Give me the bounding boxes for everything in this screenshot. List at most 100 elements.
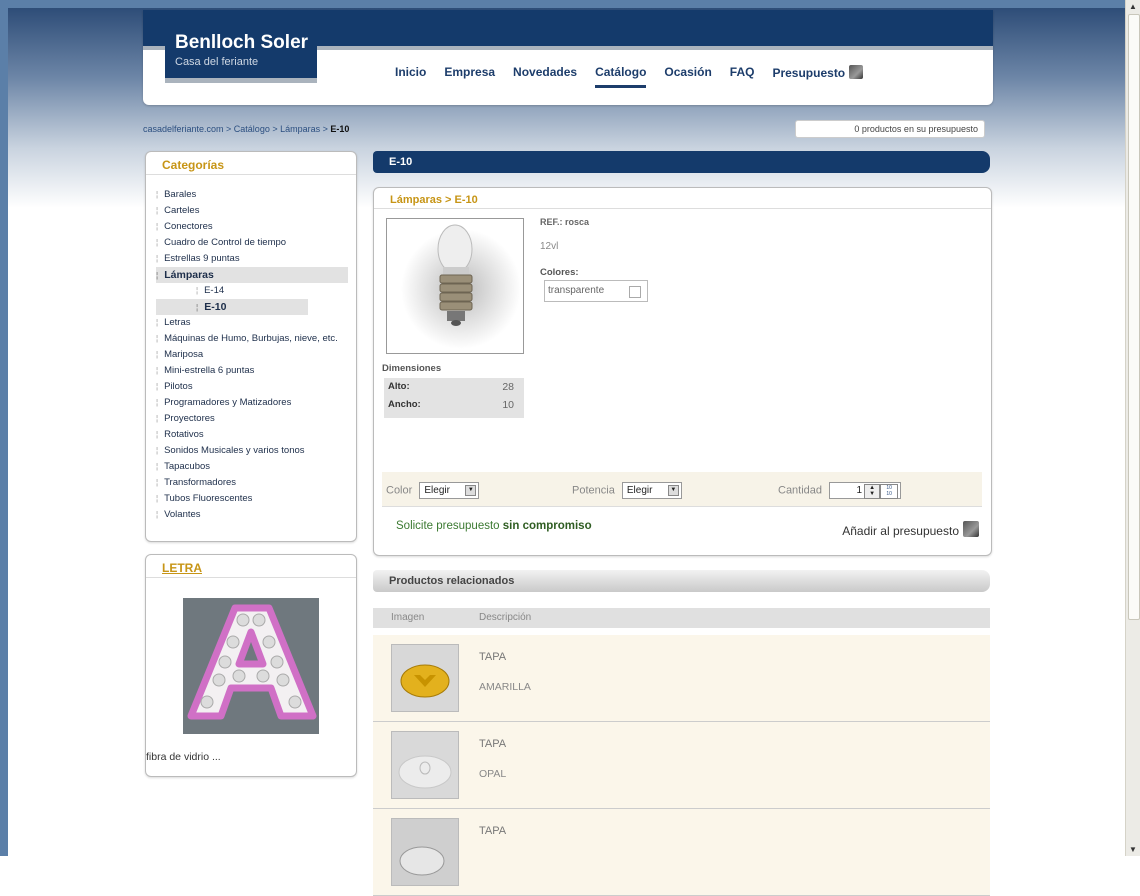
quote-text: Solicite presupuesto sin compromiso: [396, 520, 592, 532]
product-title-bar: E-10: [373, 151, 990, 173]
category-item[interactable]: ¦ Tapacubos: [156, 459, 348, 475]
related-row[interactable]: TAPA AMARILLA: [373, 635, 990, 722]
related-row[interactable]: TAPA OPAL: [373, 722, 990, 809]
quantity-label: Cantidad: [778, 484, 823, 497]
power-label: Potencia: [572, 484, 615, 497]
color-label: Color: [386, 484, 413, 497]
colors-label: Colores:: [540, 267, 579, 278]
color-option-label: transparente: [548, 285, 605, 296]
color-select[interactable]: Elegir ▼: [419, 482, 480, 499]
logo-underline: [165, 78, 317, 83]
related-description: AMARILLA: [479, 681, 531, 693]
category-item[interactable]: ¦ Rotativos: [156, 427, 348, 443]
main-nav: Inicio Empresa Novedades Catálogo Ocasió…: [395, 65, 881, 88]
category-item[interactable]: ¦ Programadores y Matizadores: [156, 395, 348, 411]
budget-count[interactable]: 0 productos en su presupuesto: [795, 120, 985, 138]
quantity-stepper[interactable]: 1 ▲ ▼ 10 10: [829, 482, 902, 499]
nav-inicio[interactable]: Inicio: [395, 65, 426, 80]
related-row[interactable]: TAPA: [373, 809, 990, 896]
category-item[interactable]: ¦ Sonidos Musicales y varios tonos: [156, 443, 348, 459]
feature-panel: LETRA fibra de vidrio ...: [145, 554, 357, 777]
nav-empresa[interactable]: Empresa: [444, 65, 495, 80]
category-list: ¦ Barales ¦ Carteles ¦ Conectores ¦ Cuadro d…: [156, 187, 348, 523]
feature-caption: fibra de vidrio ...: [146, 751, 221, 763]
category-item[interactable]: ¦ Letras: [156, 315, 348, 331]
related-name[interactable]: TAPA: [479, 651, 506, 663]
color-option-group: Color Elegir ▼: [386, 482, 480, 499]
category-item[interactable]: ¦ Máquinas de Humo, Burbujas, nieve, etc.: [156, 331, 348, 347]
breadcrumb-path[interactable]: casadelferiante.com > Catálogo > Lámpara…: [143, 124, 330, 134]
category-item[interactable]: ¦ Barales: [156, 187, 348, 203]
power-select[interactable]: Elegir ▼: [621, 482, 682, 499]
brand-tagline: Casa del feriante: [175, 56, 259, 68]
product-thumbnail[interactable]: [391, 818, 459, 886]
breadcrumb-current: E-10: [330, 124, 350, 134]
category-item[interactable]: ¦ Tubos Fluorescentes: [156, 491, 348, 507]
chevron-down-icon[interactable]: ▼: [667, 485, 679, 496]
related-name[interactable]: TAPA: [479, 825, 506, 837]
panel-divider: [146, 577, 356, 578]
category-item[interactable]: ¦ Mariposa: [156, 347, 348, 363]
dimensions-table: Alto: 28 Ancho: 10: [384, 378, 524, 418]
categories-panel: Categorías ¦ Barales ¦ Carteles ¦ Conectore…: [145, 151, 357, 542]
nav-presupuesto[interactable]: Presupuesto: [772, 65, 864, 80]
chevron-down-icon[interactable]: ▼: [465, 485, 477, 496]
categories-title: Categorías: [162, 158, 225, 172]
cube-icon: [963, 521, 979, 537]
letter-sign-image[interactable]: [183, 598, 319, 734]
category-item[interactable]: ¦ Estrellas 9 puntas: [156, 251, 348, 267]
logo[interactable]: Benlloch Soler Casa del feriante: [165, 28, 317, 82]
add-to-budget-button[interactable]: Añadir al presupuesto: [842, 521, 979, 538]
scrollbar-thumb[interactable]: [1128, 14, 1140, 620]
window-frame-left: [0, 0, 8, 856]
column-header-description: Descripción: [479, 612, 532, 623]
category-item[interactable]: ¦ Conectores: [156, 219, 348, 235]
vertical-scrollbar[interactable]: ▲ ▼: [1125, 0, 1140, 856]
panel-divider: [374, 208, 991, 209]
product-thumbnail[interactable]: [391, 644, 459, 712]
breadcrumb: casadelferiante.com > Catálogo > Lámpara…: [143, 124, 349, 134]
category-item[interactable]: ¦ Proyectores: [156, 411, 348, 427]
product-voltage: 12vl: [540, 241, 559, 252]
product-ref: REF.: rosca: [540, 217, 590, 227]
scroll-up-icon[interactable]: ▲: [1129, 2, 1137, 11]
category-item[interactable]: ¦ Mini-estrella 6 puntas: [156, 363, 348, 379]
nav-presupuesto-label: Presupuesto: [772, 66, 846, 80]
category-item[interactable]: ¦ Pilotos: [156, 379, 348, 395]
related-products-bar: Productos relacionados: [373, 570, 990, 592]
nav-ocasion[interactable]: Ocasión: [664, 65, 711, 80]
options-bar: Color Elegir ▼ Potencia Elegir ▼ Cantidad …: [382, 472, 982, 507]
nav-catalogo[interactable]: Catálogo: [595, 65, 647, 88]
power-option-group: Potencia Elegir ▼: [572, 482, 682, 499]
checkbox-icon[interactable]: [629, 286, 641, 298]
product-path: Lámparas > E-10: [390, 194, 478, 206]
category-item[interactable]: ¦ Transformadores: [156, 475, 348, 491]
dimension-row: Ancho: 10: [388, 399, 514, 411]
color-option[interactable]: transparente: [544, 280, 648, 302]
spinner-icon[interactable]: ▲ ▼: [864, 484, 881, 499]
product-image[interactable]: [386, 218, 524, 354]
site-header: Benlloch Soler Casa del feriante Inicio …: [143, 10, 993, 105]
cube-icon: [849, 65, 864, 79]
panel-divider: [146, 174, 356, 175]
related-description: OPAL: [479, 768, 507, 780]
product-panel: Lámparas > E-10 REF.: rosca 12vl Colores…: [373, 187, 992, 556]
category-item[interactable]: ¦ Carteles: [156, 203, 348, 219]
product-thumbnail[interactable]: [391, 731, 459, 799]
category-item[interactable]: ¦ Cuadro de Control de tiempo: [156, 235, 348, 251]
subcategory-item[interactable]: ¦ E-14: [156, 283, 348, 299]
step-icon[interactable]: 10 10: [880, 484, 899, 499]
feature-title[interactable]: LETRA: [162, 561, 202, 575]
add-to-budget-label: Añadir al presupuesto: [842, 524, 959, 538]
category-item-active[interactable]: ¦ Lámparas: [156, 267, 348, 283]
scroll-down-icon[interactable]: ▼: [1129, 845, 1137, 854]
quantity-option-group: Cantidad 1 ▲ ▼ 10 10: [778, 482, 902, 499]
subcategory-item-active[interactable]: ¦ E-10: [156, 299, 308, 315]
dimension-row: Alto: 28: [388, 381, 514, 393]
quote-emphasis: sin compromiso: [502, 520, 592, 532]
column-header-image: Imagen: [391, 612, 425, 623]
category-item[interactable]: ¦ Volantes: [156, 507, 348, 523]
related-name[interactable]: TAPA: [479, 738, 506, 750]
nav-faq[interactable]: FAQ: [730, 65, 755, 80]
nav-novedades[interactable]: Novedades: [513, 65, 577, 80]
